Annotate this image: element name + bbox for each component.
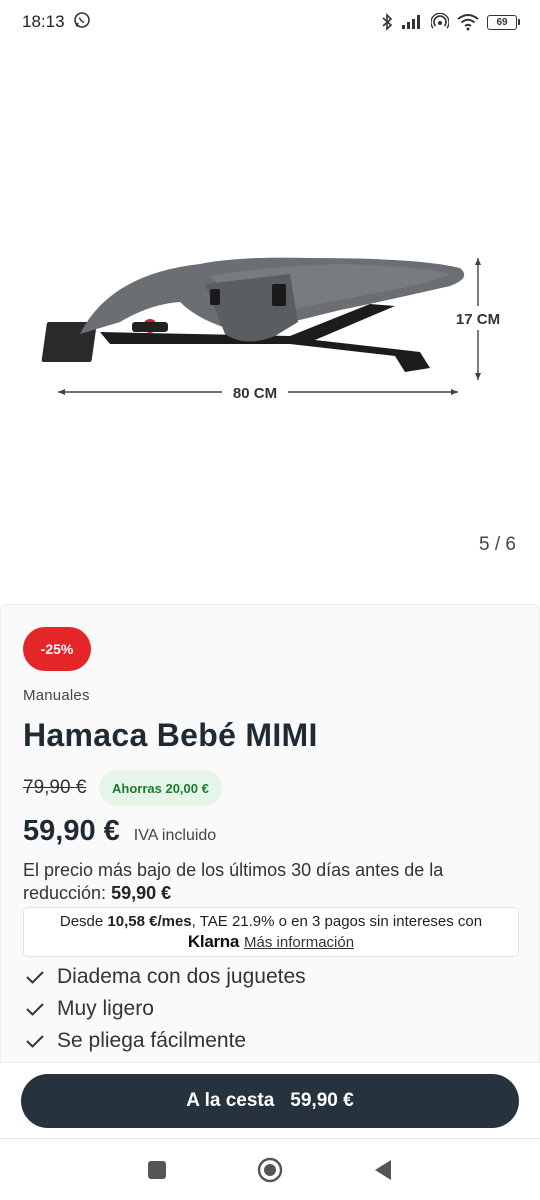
feature-list: Diadema con dos juguetes Muy ligero Se p…	[25, 961, 306, 1057]
klarna-financing-box: Desde 10,58 €/mes, TAE 21.9% o en 3 pago…	[23, 907, 519, 957]
product-info-card: -25% Manuales Hamaca Bebé MIMI 79,90 € A…	[0, 604, 540, 1064]
lowest-price-note: El precio más bajo de los últimos 30 día…	[23, 859, 523, 905]
home-button[interactable]	[250, 1150, 290, 1190]
lowest-price-value: 59,90 €	[111, 883, 172, 903]
cart-bar: A la cesta 59,90 €	[0, 1062, 540, 1138]
current-price: 59,90 €	[23, 815, 120, 847]
list-item: Diadema con dos juguetes	[25, 961, 306, 993]
signal-icon	[401, 14, 423, 30]
product-title: Hamaca Bebé MIMI	[23, 717, 318, 753]
battery-level: 69	[487, 14, 517, 30]
feature-text: Muy ligero	[57, 997, 154, 1020]
status-bar: 18:13 69	[0, 0, 540, 44]
klarna-monthly: 10,58 €/mes	[107, 913, 192, 930]
check-icon	[26, 971, 44, 984]
list-item: Se pliega fácilmente	[25, 1025, 306, 1057]
savings-badge: Ahorras 20,00 €	[99, 770, 222, 806]
gallery-counter: 5 / 6	[479, 534, 516, 555]
home-circle-icon	[257, 1157, 283, 1182]
product-gallery[interactable]: 80 CM 17 CM 5 / 6	[0, 44, 540, 584]
lowest-price-text: El precio más bajo de los últimos 30 día…	[23, 860, 444, 903]
feature-text: Diadema con dos juguetes	[57, 965, 306, 988]
back-button[interactable]	[363, 1150, 403, 1190]
old-price: 79,90 €	[23, 777, 87, 798]
whatsapp-icon	[73, 11, 91, 34]
add-to-cart-button[interactable]: A la cesta 59,90 €	[21, 1074, 519, 1128]
width-dimension-label: 80 CM	[233, 385, 277, 402]
hotspot-icon	[431, 13, 449, 31]
wifi-icon	[457, 13, 479, 31]
klarna-more-info-link[interactable]: Más información	[244, 934, 354, 951]
recent-apps-button[interactable]	[137, 1150, 177, 1190]
status-time: 18:13	[22, 12, 65, 31]
vat-label: IVA incluido	[133, 827, 217, 844]
bluetooth-icon	[381, 13, 393, 31]
list-item: Muy ligero	[25, 993, 306, 1025]
klarna-suffix: , TAE 21.9% o en 3 pagos sin intereses c…	[191, 913, 483, 930]
feature-text: Se pliega fácilmente	[57, 1029, 247, 1052]
discount-badge: -25%	[23, 627, 91, 671]
battery-icon: 69	[487, 14, 520, 30]
cart-button-label: A la cesta	[186, 1090, 275, 1111]
check-icon	[26, 1035, 44, 1048]
product-image: 80 CM 17 CM	[41, 257, 508, 402]
back-triangle-icon	[375, 1159, 392, 1180]
square-icon	[147, 1160, 166, 1179]
cart-button-price: 59,90 €	[290, 1090, 354, 1111]
product-brand[interactable]: Manuales	[23, 687, 90, 704]
klarna-prefix: Desde	[59, 913, 104, 930]
klarna-logo: Klarna	[187, 932, 240, 951]
check-icon	[26, 1003, 44, 1016]
height-dimension-label: 17 CM	[456, 311, 500, 328]
navigation-bar	[0, 1138, 540, 1200]
price-row: 59,90 € IVA incluido	[23, 815, 216, 848]
